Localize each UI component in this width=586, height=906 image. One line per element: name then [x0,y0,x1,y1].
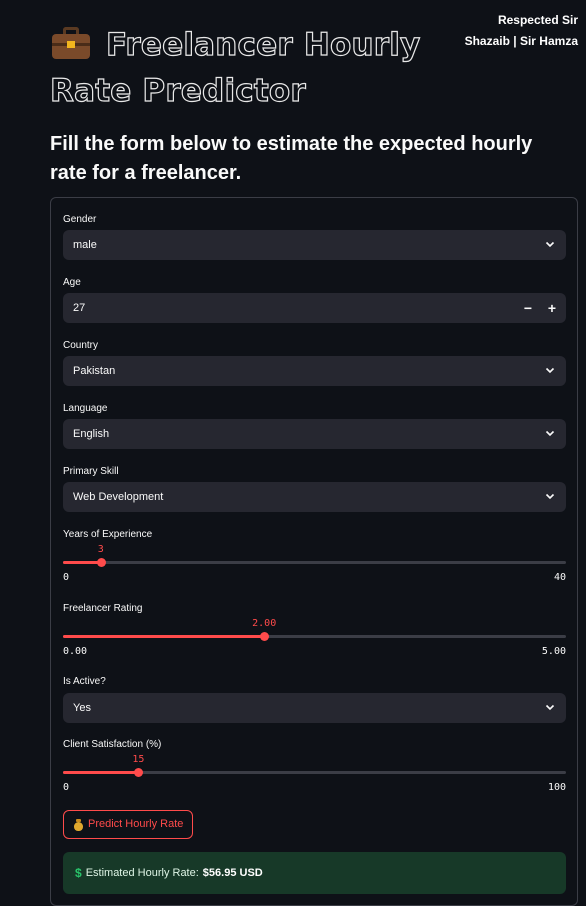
prediction-form: Gender male Age 27 − + Country Pakistan … [50,197,578,906]
age-increment-button[interactable]: + [542,298,562,318]
country-label: Country [63,340,99,351]
language-label: Language [63,403,108,414]
chevron-down-icon [545,430,555,437]
slider-min-label: 0 [63,572,70,583]
chevron-down-icon [545,367,555,374]
satisfaction-label: Client Satisfaction (%) [63,739,162,750]
app-page: Respected Sir Shazaib | Sir Hamza Freela… [0,0,586,906]
slider-min-label: 0.00 [63,646,88,657]
gender-value: male [73,239,97,251]
country-value: Pakistan [73,365,116,377]
experience-slider[interactable]: 3 0 40 [63,544,566,610]
credit-block: Respected Sir Shazaib | Sir Hamza [465,10,578,52]
experience-label: Years of Experience [63,529,153,540]
credit-line-2: Shazaib | Sir Hamza [464,34,578,48]
page-title: Freelancer Hourly Rate Predictor [49,22,450,114]
rating-label: Freelancer Rating [63,603,143,614]
slider-fill [63,635,265,638]
slider-current-value: 15 [132,754,145,765]
country-select[interactable]: Pakistan [63,356,566,386]
money-bag-icon [73,818,84,831]
predict-button[interactable]: Predict Hourly Rate [63,810,194,839]
slider-track [63,561,566,564]
active-select[interactable]: Yes [63,693,566,723]
result-value: $56.95 USD [202,867,263,879]
age-number-input[interactable]: 27 − + [63,293,566,323]
active-value: Yes [73,702,91,714]
skill-select[interactable]: Web Development [63,482,566,512]
rating-slider[interactable]: 2.00 0.00 5.00 [63,618,566,684]
predict-button-label: Predict Hourly Rate [88,818,184,830]
age-value: 27 [73,302,86,314]
gender-select[interactable]: male [63,230,566,260]
slider-thumb[interactable] [134,768,144,777]
page-title-text: Freelancer Hourly Rate Predictor [49,26,421,109]
age-label: Age [63,277,81,288]
chevron-down-icon [545,704,555,711]
age-decrement-button[interactable]: − [518,298,538,318]
dollar-icon: $ [75,866,82,880]
chevron-down-icon [545,241,555,248]
result-alert: $ Estimated Hourly Rate: $56.95 USD [63,852,566,894]
result-prefix: Estimated Hourly Rate: [85,867,199,879]
language-select[interactable]: English [63,419,566,449]
language-value: English [73,428,110,440]
chevron-down-icon [545,493,555,500]
slider-max-label: 100 [547,782,566,793]
slider-max-label: 40 [553,572,566,583]
slider-fill [63,561,101,564]
slider-thumb[interactable] [96,558,106,567]
slider-thumb[interactable] [260,632,270,641]
gender-label: Gender [63,214,97,225]
page-subtitle: Fill the form below to estimate the expe… [50,133,533,184]
skill-label: Primary Skill [63,466,119,477]
slider-current-value: 2.00 [252,618,277,629]
slider-max-label: 5.00 [541,646,566,657]
briefcase-icon [50,27,92,59]
slider-current-value: 3 [97,544,104,555]
slider-min-label: 0 [63,782,70,793]
active-label: Is Active? [63,676,106,687]
credit-line-1: Respected Sir [497,13,578,27]
slider-fill [63,771,139,774]
skill-value: Web Development [73,491,164,503]
